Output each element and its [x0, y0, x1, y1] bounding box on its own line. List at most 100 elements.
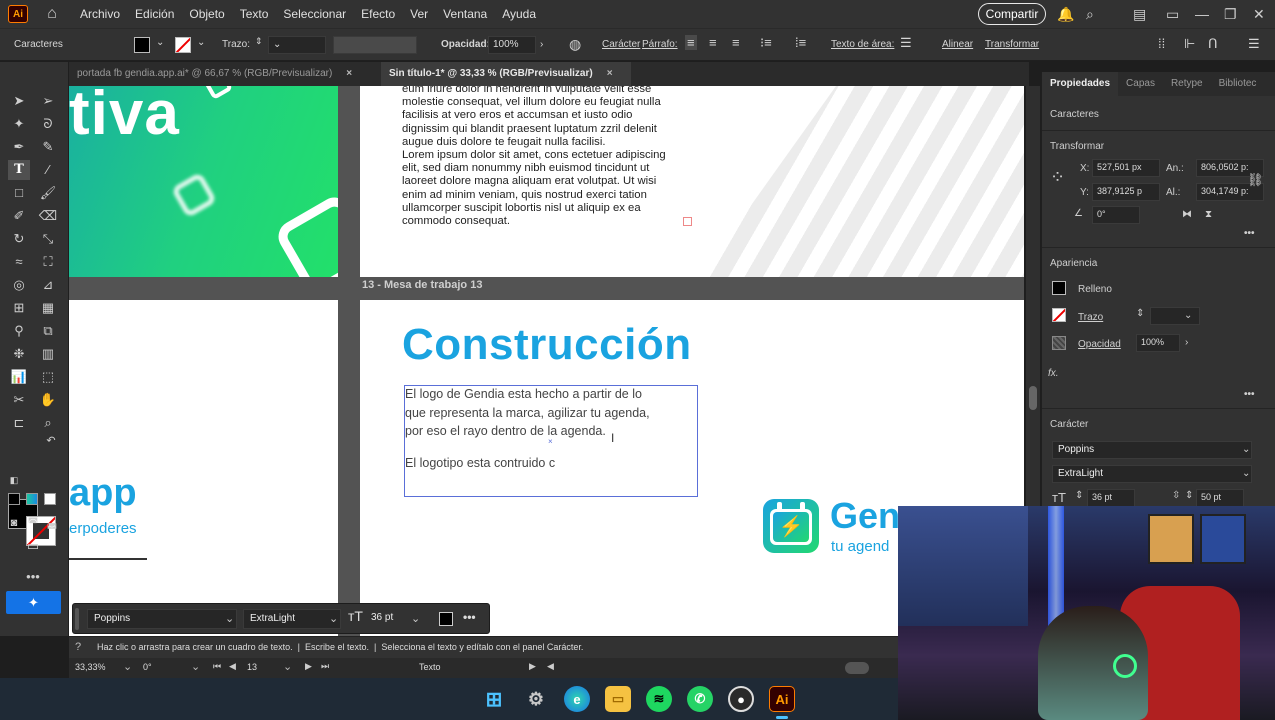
- default-colors-icon[interactable]: ◧: [3, 470, 25, 490]
- stepper-icon[interactable]: ⇕: [255, 36, 263, 47]
- artboard-green[interactable]: tiva: [69, 86, 338, 277]
- rotate-tool-icon[interactable]: ↻: [8, 229, 30, 249]
- menu-archivo[interactable]: Archivo: [80, 7, 120, 21]
- eraser-tool-icon[interactable]: ⌫: [37, 206, 59, 226]
- rectangle-tool-icon[interactable]: □: [8, 183, 30, 203]
- scrollbar-thumb[interactable]: [1029, 386, 1037, 410]
- workspace-icon[interactable]: ▤: [1133, 5, 1146, 23]
- tab-capas[interactable]: Capas: [1118, 72, 1163, 96]
- flip-vertical-icon[interactable]: ⧗: [1205, 209, 1212, 220]
- free-transform-tool-icon[interactable]: ⛶: [37, 252, 59, 272]
- font-family-dropdown[interactable]: Poppins: [1052, 441, 1252, 459]
- trazo-label[interactable]: Trazo: [1078, 312, 1103, 323]
- first-artboard-icon[interactable]: ⏮: [213, 661, 221, 672]
- artboard-lorem[interactable]: eum iriure dolor in hendrerit in vulputa…: [360, 86, 1024, 277]
- overflow-marker-icon[interactable]: [683, 217, 692, 226]
- numbering-icon[interactable]: ⁞≡: [795, 35, 806, 50]
- spotify-icon[interactable]: ≋: [646, 686, 672, 712]
- line-tool-icon[interactable]: ⁄: [37, 160, 59, 180]
- taskbar-font-family[interactable]: Poppins: [87, 609, 237, 629]
- opacity-panel-field[interactable]: 100%: [1136, 334, 1180, 352]
- close-tab-icon[interactable]: ×: [346, 68, 352, 79]
- symbol-sprayer-tool-icon[interactable]: ❉: [8, 344, 30, 364]
- search-icon[interactable]: ⌕: [1086, 5, 1094, 23]
- stroke-weight-panel-field[interactable]: [1150, 307, 1200, 325]
- warp-tool-icon[interactable]: ≈: [8, 252, 30, 272]
- bullets-icon[interactable]: ⁝≡: [760, 35, 772, 51]
- rotation-value[interactable]: 0°: [143, 662, 152, 672]
- menu-objeto[interactable]: Objeto: [189, 7, 224, 21]
- paintbrush-tool-icon[interactable]: 🖌: [37, 183, 59, 203]
- stepper-icon[interactable]: ⇕: [1136, 308, 1144, 319]
- tab-propiedades[interactable]: Propiedades: [1042, 72, 1119, 96]
- chevron-down-icon[interactable]: ⌄: [283, 660, 292, 673]
- opacity-field[interactable]: 100%: [488, 36, 536, 54]
- menu-texto[interactable]: Texto: [240, 7, 269, 21]
- horizontal-scroll-thumb[interactable]: [845, 662, 869, 674]
- recolor-icon[interactable]: ◍: [569, 36, 581, 53]
- stepper-icon[interactable]: ⇕: [1185, 490, 1193, 501]
- constrain-proportions-icon[interactable]: ⛓: [1247, 172, 1264, 188]
- draw-inside-icon[interactable]: ◛: [41, 513, 63, 533]
- chevron-down-icon[interactable]: ⌄: [1242, 468, 1250, 479]
- whatsapp-icon[interactable]: ✆: [687, 686, 713, 712]
- drag-handle[interactable]: [75, 608, 79, 630]
- shaper-tool-icon[interactable]: ✐: [8, 206, 30, 226]
- chevron-down-icon[interactable]: ⌄: [1184, 310, 1192, 321]
- chevron-down-icon[interactable]: ⌄: [225, 612, 234, 625]
- close-icon[interactable]: ✕: [1253, 5, 1265, 23]
- help-icon[interactable]: ?: [75, 641, 81, 653]
- menu-edicion[interactable]: Edición: [135, 7, 174, 21]
- arrange-icon[interactable]: ▭: [1166, 5, 1179, 23]
- generative-fill-icon[interactable]: ✦: [6, 591, 61, 614]
- x-field[interactable]: 527,501 px: [1092, 159, 1160, 177]
- selection-tool-icon[interactable]: ➤: [8, 91, 30, 111]
- graph-tool-icon[interactable]: 📊: [8, 367, 30, 387]
- shape-icon[interactable]: Ո: [1208, 36, 1218, 52]
- eyedropper-tool-icon[interactable]: ⚲: [8, 321, 30, 341]
- align-link[interactable]: Alinear: [942, 39, 973, 50]
- chevron-down-icon[interactable]: ⌄: [197, 37, 205, 48]
- chevron-right-icon[interactable]: ›: [540, 39, 543, 50]
- more-options-icon[interactable]: •••: [1244, 228, 1255, 239]
- perspective-grid-tool-icon[interactable]: ⊿: [37, 275, 59, 295]
- curvature-tool-icon[interactable]: ✎: [37, 137, 59, 157]
- isolate-icon[interactable]: ⁞⁞: [1158, 36, 1165, 51]
- tab-bibliotecas[interactable]: Bibliotec: [1211, 72, 1265, 96]
- fill-swatch-panel[interactable]: [1052, 281, 1066, 295]
- hand-tool-icon[interactable]: ✋: [37, 390, 59, 410]
- text-color-swatch[interactable]: [439, 612, 453, 626]
- more-options-icon[interactable]: •••: [463, 610, 476, 624]
- maximize-icon[interactable]: ❐: [1224, 5, 1237, 23]
- gradient-tool-icon[interactable]: ▦: [37, 298, 59, 318]
- opacidad-label[interactable]: Opacidad: [1078, 339, 1121, 350]
- prev-artboard-icon[interactable]: ◀: [229, 661, 236, 672]
- menu-ver[interactable]: Ver: [410, 7, 428, 21]
- windows-start-icon[interactable]: ⊞: [481, 686, 507, 712]
- artboard-tool-icon[interactable]: ⬚: [37, 367, 59, 387]
- minimize-icon[interactable]: —: [1195, 5, 1209, 23]
- bell-icon[interactable]: 🔔: [1057, 5, 1074, 23]
- taskbar-font-style[interactable]: ExtraLight: [243, 609, 341, 629]
- panel-menu-icon[interactable]: ☰: [1248, 36, 1260, 52]
- stepper-icon[interactable]: ⇕: [1075, 490, 1083, 501]
- type-tool-icon[interactable]: T: [8, 160, 30, 180]
- stroke-swatch[interactable]: [175, 37, 191, 53]
- share-button[interactable]: Compartir: [978, 3, 1046, 25]
- menu-ventana[interactable]: Ventana: [443, 7, 487, 21]
- color-mode-icon[interactable]: [8, 493, 20, 505]
- chevron-right-icon[interactable]: ›: [1185, 337, 1188, 348]
- heading-construccion[interactable]: Construcción: [402, 320, 692, 370]
- text-frame[interactable]: El logo de Gendia esta hecho a partir de…: [404, 385, 698, 497]
- align-center-icon[interactable]: ≡: [709, 35, 717, 50]
- column-graph-tool-icon[interactable]: ▥: [37, 344, 59, 364]
- pen-tool-icon[interactable]: ✒: [8, 137, 30, 157]
- settings-icon[interactable]: ⚙: [523, 686, 549, 712]
- lasso-tool-icon[interactable]: ᘐ: [37, 114, 59, 134]
- slice-tool-icon[interactable]: ✂: [8, 390, 30, 410]
- paragraph-link[interactable]: Párrafo:: [642, 39, 678, 50]
- edge-browser-icon[interactable]: e: [564, 686, 590, 712]
- chevron-down-icon[interactable]: ⌄: [156, 37, 164, 48]
- reference-point-icon[interactable]: ⁘: [1050, 168, 1065, 186]
- more-options-icon[interactable]: •••: [1244, 389, 1255, 400]
